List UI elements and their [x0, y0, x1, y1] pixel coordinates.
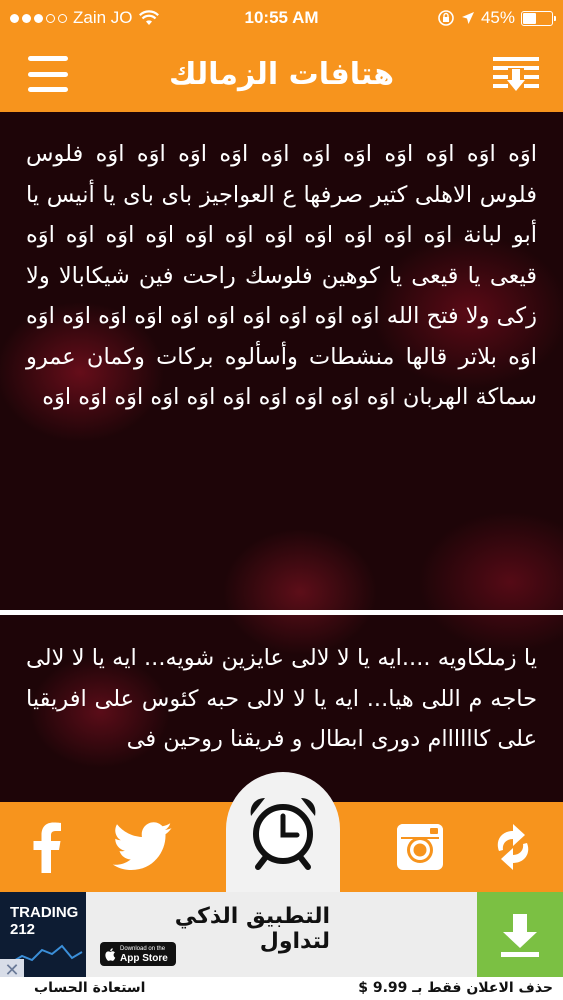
page-title: هتافات الزمالك: [168, 56, 395, 92]
hamburger-menu-icon[interactable]: [28, 52, 68, 96]
chant-text: اوَه اوَه اوَه اوَه اوَه اوَه اوَه اوَه …: [26, 141, 537, 410]
chant-card[interactable]: اوَه اوَه اوَه اوَه اوَه اوَه اوَه اوَه …: [0, 134, 563, 418]
ad-download-button[interactable]: [477, 892, 563, 977]
status-right: 45%: [437, 8, 556, 28]
chant-card[interactable]: يا زملكاويه ....ايه يا لا لالى عايزين شو…: [0, 638, 563, 760]
alarm-clock-icon: [250, 798, 316, 870]
instagram-share-button[interactable]: [385, 802, 455, 892]
status-bar: Zain JO 10:55 AM 45%: [0, 0, 563, 36]
app-store-badge[interactable]: Download on the App Store: [100, 942, 176, 966]
instagram-icon: [397, 824, 443, 870]
twitter-share-button[interactable]: [108, 802, 178, 892]
wifi-icon: [138, 10, 159, 25]
battery-icon: [521, 10, 556, 26]
remove-ads-link[interactable]: حذف الاعلان فقط بـ 9.99 $: [358, 980, 553, 996]
ad-banner[interactable]: TRADING 212 التطبيق الذكي لتداول Downloa…: [0, 892, 563, 977]
navigation-bar: هتافات الزمالك: [0, 36, 563, 112]
chant-text: يا زملكاويه ....ايه يا لا لالى عايزين شو…: [26, 645, 537, 752]
chant-divider: [0, 610, 563, 615]
facebook-share-button[interactable]: [12, 802, 82, 892]
refresh-arrows-icon: [497, 824, 529, 870]
alarm-button[interactable]: [226, 772, 340, 902]
carrier-name: Zain JO: [73, 8, 133, 27]
status-left: Zain JO: [10, 8, 159, 28]
ad-brand-name: TRADING 212: [10, 904, 79, 938]
rotation-lock-icon: [438, 10, 454, 26]
status-time: 10:55 AM: [244, 8, 319, 27]
download-list-icon[interactable]: [491, 54, 541, 96]
signal-strength-icon: [10, 13, 67, 23]
app-store-texts: Download on the App Store: [120, 945, 168, 964]
restore-account-link[interactable]: استعادة الحساب: [34, 980, 145, 996]
chants-content[interactable]: اوَه اوَه اوَه اوَه اوَه اوَه اوَه اوَه …: [0, 112, 563, 802]
battery-percent: 45%: [480, 8, 515, 27]
location-arrow-icon: [461, 12, 474, 24]
apple-logo-icon: [105, 947, 116, 961]
refresh-button[interactable]: [478, 802, 548, 892]
twitter-icon: [112, 822, 172, 870]
footer: استعادة الحساب حذف الاعلان فقط بـ 9.99 $: [0, 977, 563, 1000]
download-arrow-icon: [501, 913, 539, 957]
app-store-big-text: App Store: [120, 953, 168, 964]
facebook-icon: [33, 822, 61, 873]
battery-level: [523, 12, 536, 24]
